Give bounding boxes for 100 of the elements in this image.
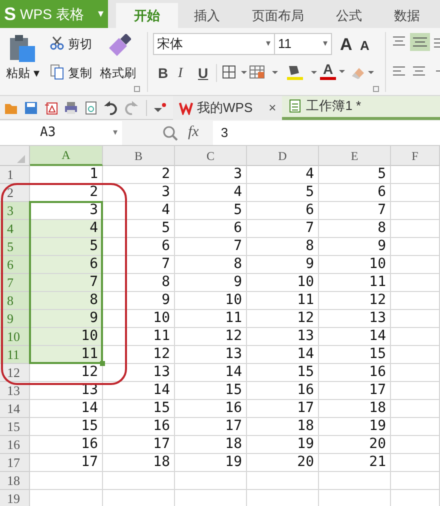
table-cell: 12 — [175, 328, 247, 346]
table-cell: 7 — [247, 220, 319, 238]
table-cell: 16 — [175, 400, 247, 418]
function-button[interactable]: fx — [188, 121, 199, 144]
row-header[interactable]: 13 — [0, 382, 30, 400]
empty-cell — [391, 238, 440, 256]
bold-button[interactable]: B — [158, 63, 168, 84]
wps-logo-icon — [179, 100, 193, 114]
row-header[interactable]: 17 — [0, 454, 30, 472]
customize-dropdown-icon[interactable] — [153, 100, 167, 114]
table-cell: 18 — [247, 418, 319, 436]
table-cell: 15 — [319, 346, 391, 364]
document-tab[interactable]: 工作簿1 * — [282, 96, 440, 120]
table-cell: 14 — [30, 400, 103, 418]
increase-font-size-button[interactable]: A — [340, 36, 352, 53]
row-header[interactable]: 12 — [0, 364, 30, 382]
zoom-icon[interactable] — [162, 124, 178, 140]
ribbon-tab[interactable]: 数据 — [378, 3, 436, 28]
table-cell: 21 — [319, 454, 391, 472]
row-header[interactable]: 6 — [0, 256, 30, 274]
table-cell: 9 — [247, 256, 319, 274]
ribbon-tab[interactable]: 插入 — [178, 3, 236, 28]
pdf-export-icon[interactable] — [44, 100, 58, 114]
name-box[interactable]: A3 ▾ — [0, 120, 122, 144]
table-cell: 5 — [30, 238, 103, 256]
scissors-icon[interactable] — [50, 36, 64, 50]
ribbon-tab[interactable]: 页面布局 — [236, 3, 320, 28]
row-header[interactable]: 10 — [0, 328, 30, 346]
row-header[interactable]: 11 — [0, 346, 30, 364]
table-cell: 18 — [103, 454, 175, 472]
align-center-icon[interactable] — [412, 66, 426, 78]
table-cell: 6 — [247, 202, 319, 220]
decrease-font-size-button[interactable]: A — [360, 39, 370, 52]
align-left-icon[interactable] — [392, 66, 406, 78]
row-header[interactable]: 15 — [0, 418, 30, 436]
column-header[interactable]: D — [247, 146, 319, 166]
print-preview-icon[interactable] — [84, 100, 98, 114]
printer-icon[interactable] — [64, 100, 78, 114]
row-header[interactable]: 8 — [0, 292, 30, 310]
row-header[interactable]: 1 — [0, 166, 30, 184]
close-tab-button[interactable]: × — [268, 98, 276, 118]
formula-input[interactable]: 3 — [212, 120, 440, 144]
table-cell: 7 — [103, 256, 175, 274]
table-cell: 5 — [103, 220, 175, 238]
table-cell: 4 — [30, 220, 103, 238]
empty-cell — [391, 274, 440, 292]
fill-handle[interactable] — [100, 361, 105, 366]
table-cell: 6 — [103, 238, 175, 256]
align-middle-icon[interactable] — [410, 33, 430, 51]
column-header[interactable]: B — [103, 146, 175, 166]
italic-button[interactable]: I — [178, 63, 183, 84]
table-cell: 6 — [319, 184, 391, 202]
fill-color-icon[interactable] — [285, 63, 319, 81]
row-header[interactable]: 3 — [0, 202, 30, 220]
save-icon[interactable] — [24, 100, 38, 114]
table-cell: 9 — [175, 274, 247, 292]
borders-icon[interactable] — [222, 65, 248, 79]
column-header[interactable]: A — [30, 146, 103, 166]
row-header[interactable]: 4 — [0, 220, 30, 238]
copy-button[interactable]: 复制 — [68, 64, 92, 82]
row-header[interactable]: 18 — [0, 472, 30, 490]
cut-button[interactable]: 剪切 — [68, 35, 92, 53]
column-header[interactable]: E — [319, 146, 391, 166]
table-cell: 5 — [247, 184, 319, 202]
paste-button[interactable]: 粘贴 ▾ — [6, 64, 40, 82]
align-bottom-icon[interactable] — [434, 36, 440, 48]
empty-cell — [391, 166, 440, 184]
row-header[interactable]: 14 — [0, 400, 30, 418]
table-cell: 16 — [247, 382, 319, 400]
column-header[interactable]: C — [175, 146, 247, 166]
font-size-dropdown[interactable]: 11 ▾ — [274, 33, 332, 55]
row-header[interactable]: 16 — [0, 436, 30, 454]
table-cell: 14 — [319, 328, 391, 346]
table-cell: 17 — [319, 382, 391, 400]
table-cell: 13 — [175, 346, 247, 364]
table-cell: 13 — [103, 364, 175, 382]
dialog-launcher-icon[interactable] — [134, 86, 140, 92]
row-header[interactable]: 9 — [0, 310, 30, 328]
font-color-button[interactable]: A — [320, 61, 336, 80]
row-header[interactable]: 2 — [0, 184, 30, 202]
table-cell: 20 — [319, 436, 391, 454]
table-style-icon[interactable] — [249, 64, 279, 80]
undo-icon[interactable] — [104, 100, 118, 114]
ribbon-tab[interactable]: 公式 — [320, 3, 378, 28]
dialog-launcher-icon[interactable] — [373, 86, 379, 92]
row-header[interactable]: 7 — [0, 274, 30, 292]
column-header[interactable]: F — [391, 146, 440, 166]
format-painter-button[interactable]: 格式刷 — [100, 64, 136, 82]
copy-icon[interactable] — [50, 64, 64, 80]
table-cell: 19 — [175, 454, 247, 472]
underline-button[interactable]: U — [198, 63, 208, 84]
ribbon-tab[interactable]: 开始 — [116, 3, 178, 28]
table-cell: 6 — [175, 220, 247, 238]
row-header[interactable]: 5 — [0, 238, 30, 256]
font-name-dropdown[interactable]: 宋体 ▾ — [153, 33, 275, 55]
clipboard-icon[interactable] — [8, 34, 36, 64]
empty-cell — [391, 292, 440, 310]
row-header[interactable]: 19 — [0, 490, 30, 506]
align-top-icon[interactable] — [392, 36, 406, 48]
caret-icon[interactable] — [338, 69, 346, 75]
